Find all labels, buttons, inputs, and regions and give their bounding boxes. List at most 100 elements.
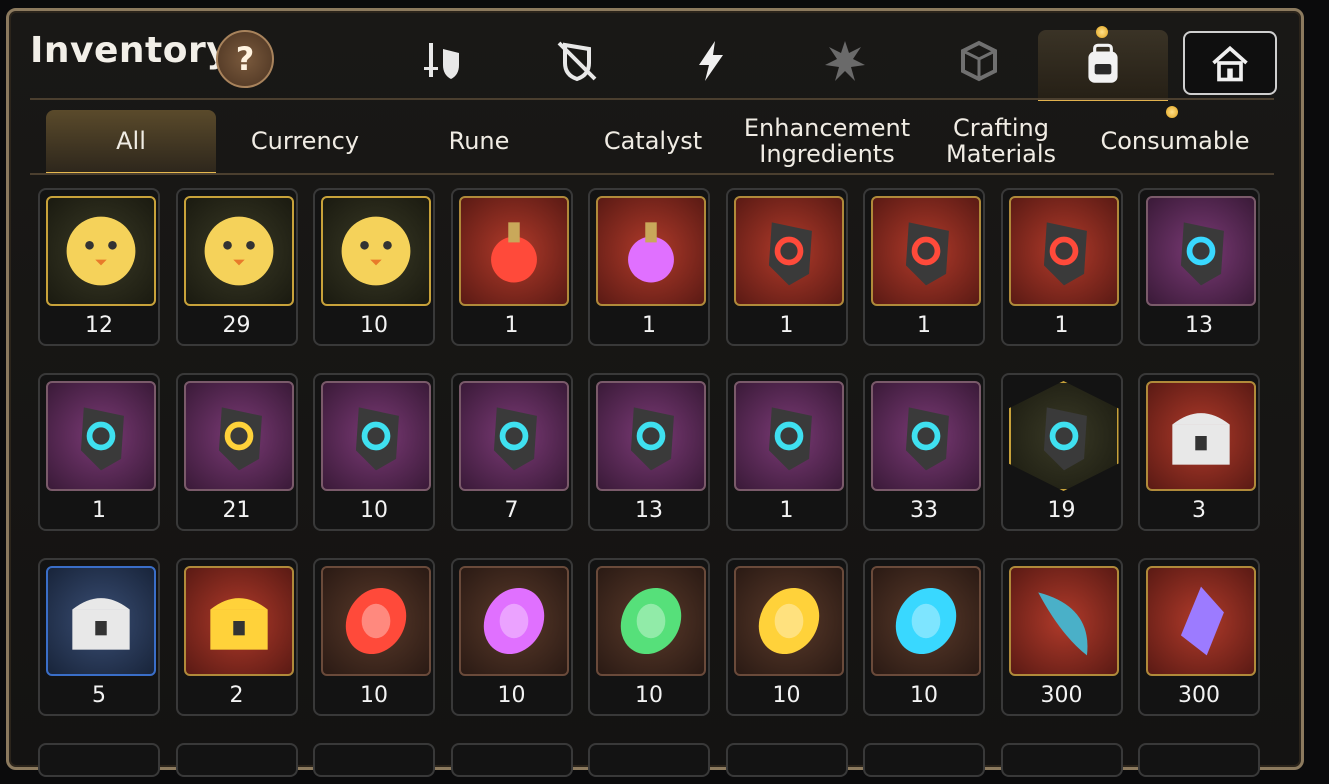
inventory-item[interactable]: 10 <box>725 558 848 716</box>
inventory-item[interactable]: 33 <box>863 373 985 531</box>
item-count: 3 <box>1192 498 1206 523</box>
red-ring-rune-icon <box>733 196 844 306</box>
backpack-icon <box>1088 43 1118 83</box>
inventory-item[interactable]: 21 <box>175 373 298 531</box>
inventory-item[interactable]: 13 <box>588 373 710 531</box>
hammer-rune-icon <box>871 381 981 491</box>
cyan-rune-icon <box>1146 196 1256 306</box>
item-count: 10 <box>497 683 526 708</box>
inventory-item-partial[interactable] <box>313 743 435 777</box>
inventory-item[interactable]: 1 <box>450 188 573 346</box>
sword-shield-icon <box>424 43 459 79</box>
inventory-item[interactable]: 29 <box>175 188 298 346</box>
sword-rune-icon <box>596 381 706 491</box>
category-crossed-shield-button[interactable] <box>544 28 610 94</box>
red-star-rune-icon <box>871 196 981 306</box>
inventory-item[interactable]: 10 <box>313 558 435 716</box>
page-title: Inventory <box>30 30 231 71</box>
gold-chest-icon <box>183 566 294 676</box>
item-count: 19 <box>1047 498 1076 523</box>
gold-rune-icon <box>183 381 294 491</box>
help-button[interactable]: ? <box>216 30 274 88</box>
inventory-item[interactable]: 1 <box>725 373 848 531</box>
inventory-item-partial[interactable] <box>450 743 573 777</box>
yellow-bird-coin-icon <box>46 196 156 306</box>
category-splash-button[interactable] <box>812 28 878 94</box>
inventory-item[interactable]: 12 <box>38 188 160 346</box>
inventory-item[interactable]: 19 <box>1000 373 1123 531</box>
item-count: 1 <box>642 313 656 338</box>
inventory-item[interactable]: 300 <box>1000 558 1123 716</box>
inventory-item-partial[interactable] <box>725 743 848 777</box>
inventory-item-partial[interactable] <box>588 743 710 777</box>
house-icon <box>1212 45 1248 82</box>
inventory-item-partial[interactable] <box>1138 743 1260 777</box>
category-sword-shield-button[interactable] <box>410 28 476 94</box>
item-count: 1 <box>779 498 794 523</box>
inventory-item[interactable]: 3 <box>1138 373 1260 531</box>
crystal-icon <box>1146 566 1256 676</box>
inventory-item[interactable]: 1 <box>863 188 985 346</box>
inventory-item-partial[interactable] <box>38 743 160 777</box>
item-count: 2 <box>229 683 244 708</box>
item-count: 1 <box>504 313 519 338</box>
leaf-orb-icon <box>596 566 706 676</box>
consumable-notification-dot <box>1166 106 1178 118</box>
item-count: 10 <box>910 683 938 708</box>
tab-all[interactable]: All <box>46 110 216 175</box>
leaf-bird-coin-icon <box>321 196 431 306</box>
inventory-item[interactable]: 10 <box>863 558 985 716</box>
inventory-item[interactable]: 10 <box>313 188 435 346</box>
item-count: 5 <box>92 683 106 708</box>
fire-orb-icon <box>321 566 431 676</box>
crossed-shield-icon <box>557 41 597 82</box>
tab-crafting-materials[interactable]: Crafting Materials <box>916 110 1086 172</box>
inventory-item[interactable]: 1 <box>588 188 710 346</box>
inventory-item[interactable]: 10 <box>313 373 435 531</box>
category-lightning-button[interactable] <box>678 28 744 94</box>
moon-orb-icon <box>458 566 569 676</box>
item-count: 1 <box>92 498 106 523</box>
tab-consumable[interactable]: Consumable <box>1090 110 1260 172</box>
inventory-item[interactable]: 13 <box>1138 188 1260 346</box>
lightning-icon <box>699 41 723 81</box>
red-potion-icon <box>458 196 569 306</box>
tab-enhancement-ingredients[interactable]: Enhancement Ingredients <box>742 110 912 172</box>
inventory-item[interactable]: 300 <box>1138 558 1260 716</box>
inventory-item[interactable]: 1 <box>725 188 848 346</box>
inventory-item-partial[interactable] <box>1000 743 1123 777</box>
item-count: 33 <box>910 498 938 523</box>
item-count: 10 <box>360 683 388 708</box>
item-count: 10 <box>360 313 388 338</box>
tab-catalyst[interactable]: Catalyst <box>568 110 738 172</box>
inventory-item[interactable]: 10 <box>588 558 710 716</box>
splash-icon <box>825 41 865 81</box>
inventory-item-partial[interactable] <box>175 743 298 777</box>
item-count: 10 <box>635 683 663 708</box>
item-count: 300 <box>1178 683 1220 708</box>
backpack-notification-dot <box>1096 26 1108 38</box>
inventory-item[interactable]: 1 <box>38 373 160 531</box>
pink-potion-icon <box>596 196 706 306</box>
inventory-item[interactable]: 5 <box>38 558 160 716</box>
red-necklace-rune-icon <box>1008 196 1119 306</box>
category-cube-button[interactable] <box>946 28 1012 94</box>
sun-orb-icon <box>733 566 844 676</box>
category-backpack-button[interactable] <box>1038 30 1168 101</box>
item-count: 21 <box>222 498 251 523</box>
item-count: 13 <box>635 498 663 523</box>
tab-currency[interactable]: Currency <box>220 110 390 172</box>
necklace-rune-icon <box>733 381 844 491</box>
tab-bar: All Currency Rune Catalyst Enhancement I… <box>30 110 1274 175</box>
inventory-item-partial[interactable] <box>863 743 985 777</box>
inventory-item[interactable]: 7 <box>450 373 573 531</box>
category-house-button[interactable] <box>1183 31 1277 95</box>
ring-rune-icon <box>46 381 156 491</box>
inventory-item[interactable]: 1 <box>1000 188 1123 346</box>
help-icon: ? <box>235 40 255 78</box>
scale-feather-icon <box>1008 566 1119 676</box>
inventory-item[interactable]: 2 <box>175 558 298 716</box>
inventory-item[interactable]: 10 <box>450 558 573 716</box>
silver-chest-icon <box>46 566 156 676</box>
tab-rune[interactable]: Rune <box>394 110 564 172</box>
